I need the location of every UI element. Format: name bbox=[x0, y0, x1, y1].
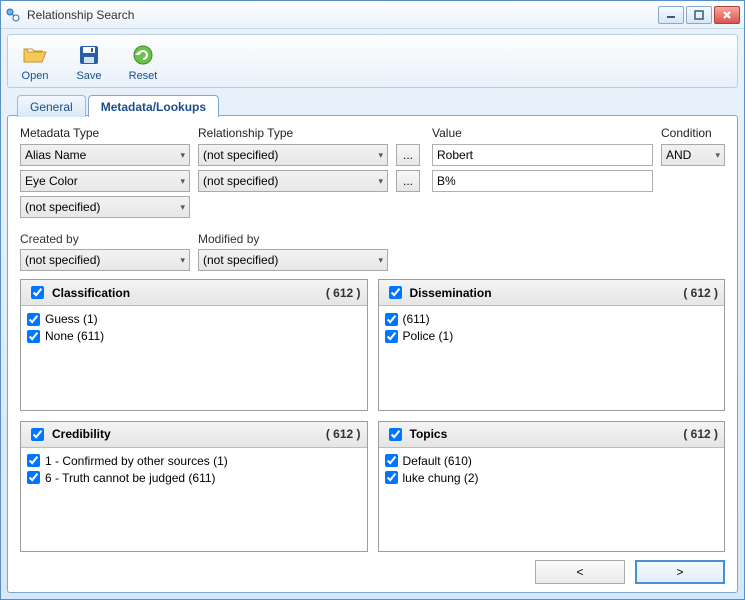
topics-item-checkbox[interactable] bbox=[385, 471, 398, 484]
dissemination-item-label: Police (1) bbox=[403, 329, 454, 343]
chevron-down-icon: ▾ bbox=[378, 150, 383, 161]
topics-all-checkbox[interactable] bbox=[389, 428, 402, 441]
chevron-down-icon: ▾ bbox=[378, 176, 383, 187]
dissemination-all-checkbox[interactable] bbox=[389, 286, 402, 299]
dissemination-title: Dissemination bbox=[410, 286, 492, 300]
label-modified-by: Modified by bbox=[198, 232, 388, 246]
tab-metadata-lookups[interactable]: Metadata/Lookups bbox=[88, 95, 219, 117]
folder-open-icon bbox=[21, 41, 49, 69]
panel-classification: Classification ( 612 ) Guess (1) None (6… bbox=[20, 279, 368, 411]
topics-item-label: Default (610) bbox=[403, 454, 472, 468]
app-icon bbox=[5, 7, 21, 23]
maximize-button[interactable] bbox=[686, 6, 712, 24]
credibility-count: ( 612 ) bbox=[326, 427, 361, 441]
lookup-button-2[interactable]: ... bbox=[396, 170, 420, 192]
chevron-down-icon: ▾ bbox=[180, 176, 185, 187]
classification-count: ( 612 ) bbox=[326, 286, 361, 300]
condition-select[interactable]: AND▾ bbox=[661, 144, 725, 166]
reset-button[interactable]: Reset bbox=[122, 37, 164, 85]
topics-title: Topics bbox=[410, 427, 448, 441]
next-button[interactable]: > bbox=[635, 560, 725, 584]
credibility-title: Credibility bbox=[52, 427, 111, 441]
open-label: Open bbox=[22, 70, 49, 82]
window-title: Relationship Search bbox=[27, 8, 658, 22]
relationship-type-2[interactable]: (not specified)▾ bbox=[198, 170, 388, 192]
lookup-button-1[interactable]: ... bbox=[396, 144, 420, 166]
reset-label: Reset bbox=[129, 70, 158, 82]
chevron-down-icon: ▾ bbox=[180, 202, 185, 213]
metadata-type-3[interactable]: (not specified)▾ bbox=[20, 196, 190, 218]
chevron-down-icon: ▾ bbox=[378, 255, 383, 266]
titlebar: Relationship Search bbox=[1, 1, 744, 29]
tab-page-metadata: Metadata Type Relationship Type Value Co… bbox=[7, 115, 738, 593]
relationship-type-1[interactable]: (not specified)▾ bbox=[198, 144, 388, 166]
save-icon bbox=[75, 41, 103, 69]
content-area: Open Save Reset General Metadata/Lookups bbox=[1, 29, 744, 599]
reset-icon bbox=[129, 41, 157, 69]
credibility-all-checkbox[interactable] bbox=[31, 428, 44, 441]
topics-item-checkbox[interactable] bbox=[385, 454, 398, 467]
dissemination-item-checkbox[interactable] bbox=[385, 330, 398, 343]
label-created-by: Created by bbox=[20, 232, 190, 246]
tab-general[interactable]: General bbox=[17, 95, 86, 117]
classification-item-label: None (611) bbox=[45, 329, 104, 343]
credibility-item-checkbox[interactable] bbox=[27, 454, 40, 467]
created-by-select[interactable]: (not specified)▾ bbox=[20, 249, 190, 271]
open-button[interactable]: Open bbox=[14, 37, 56, 85]
metadata-type-2[interactable]: Eye Color▾ bbox=[20, 170, 190, 192]
classification-item-checkbox[interactable] bbox=[27, 313, 40, 326]
chevron-down-icon: ▾ bbox=[715, 150, 720, 161]
panel-topics: Topics ( 612 ) Default (610) luke chung … bbox=[378, 421, 726, 553]
app-window: Relationship Search Open Save bbox=[0, 0, 745, 600]
window-buttons bbox=[658, 6, 740, 24]
value-input-1[interactable] bbox=[432, 144, 653, 166]
minimize-button[interactable] bbox=[658, 6, 684, 24]
close-button[interactable] bbox=[714, 6, 740, 24]
classification-all-checkbox[interactable] bbox=[31, 286, 44, 299]
chevron-down-icon: ▾ bbox=[180, 150, 185, 161]
dissemination-item-label: (611) bbox=[403, 312, 430, 326]
save-button[interactable]: Save bbox=[68, 37, 110, 85]
header-condition: Condition bbox=[661, 126, 725, 140]
prev-button[interactable]: < bbox=[535, 560, 625, 584]
credibility-item-label: 1 - Confirmed by other sources (1) bbox=[45, 454, 228, 468]
header-value: Value bbox=[432, 126, 653, 140]
toolbar: Open Save Reset bbox=[7, 34, 738, 88]
metadata-type-1[interactable]: Alias Name▾ bbox=[20, 144, 190, 166]
chevron-down-icon: ▾ bbox=[180, 255, 185, 266]
classification-item-label: Guess (1) bbox=[45, 312, 98, 326]
header-relationship-type: Relationship Type bbox=[198, 126, 388, 140]
credibility-item-checkbox[interactable] bbox=[27, 471, 40, 484]
value-input-2[interactable] bbox=[432, 170, 653, 192]
classification-item-checkbox[interactable] bbox=[27, 330, 40, 343]
save-label: Save bbox=[76, 70, 101, 82]
panel-dissemination: Dissemination ( 612 ) (611) Police (1) bbox=[378, 279, 726, 411]
dissemination-count: ( 612 ) bbox=[683, 286, 718, 300]
tab-strip: General Metadata/Lookups bbox=[7, 92, 738, 116]
topics-item-label: luke chung (2) bbox=[403, 471, 479, 485]
dissemination-item-checkbox[interactable] bbox=[385, 313, 398, 326]
topics-count: ( 612 ) bbox=[683, 427, 718, 441]
credibility-item-label: 6 - Truth cannot be judged (611) bbox=[45, 471, 216, 485]
classification-title: Classification bbox=[52, 286, 130, 300]
header-metadata-type: Metadata Type bbox=[20, 126, 190, 140]
panel-credibility: Credibility ( 612 ) 1 - Confirmed by oth… bbox=[20, 421, 368, 553]
modified-by-select[interactable]: (not specified)▾ bbox=[198, 249, 388, 271]
